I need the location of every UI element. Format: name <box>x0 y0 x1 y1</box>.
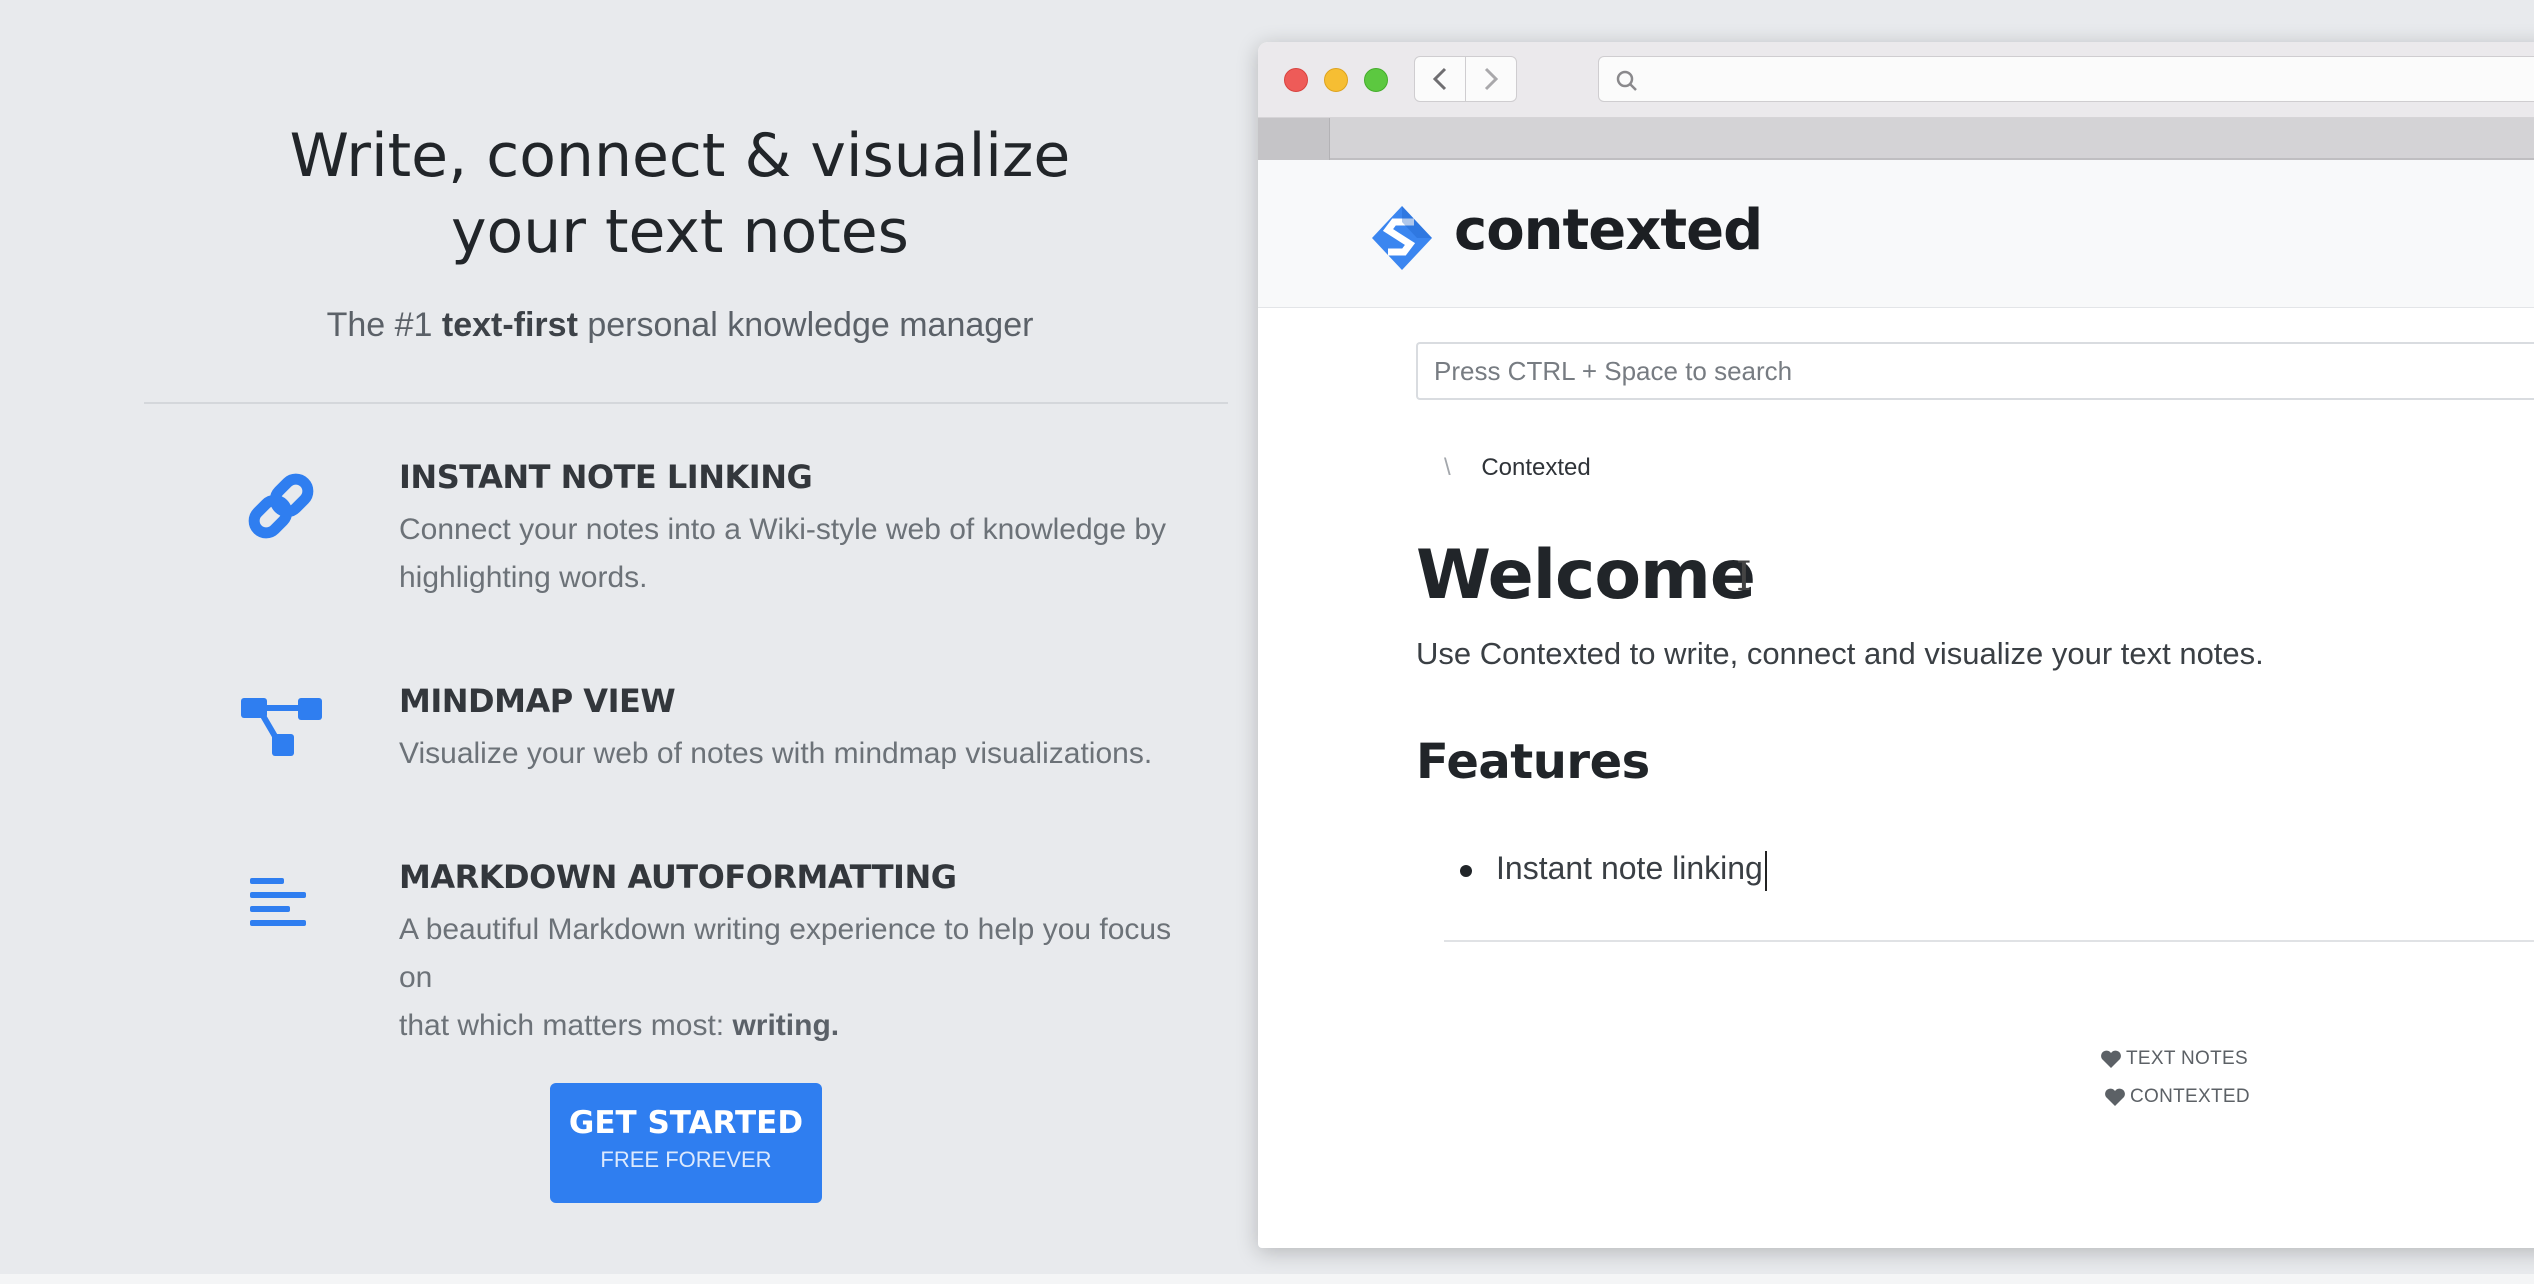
cta-sub-label: FREE FOREVER <box>600 1147 772 1172</box>
list-item[interactable]: Instant note linking <box>1496 850 1763 886</box>
cta-main-label: GET STARTED <box>568 1105 804 1141</box>
text-caret <box>1764 850 1767 891</box>
feature-title: MINDMAP VIEW <box>399 682 676 720</box>
hero-title: Write, connect & visualize your text not… <box>180 118 1180 270</box>
brand-name: contexted <box>1454 198 1763 263</box>
document-paragraph[interactable]: Use Contexted to write, connect and visu… <box>1416 636 2264 672</box>
hero-subtitle-prefix: The #1 <box>326 306 442 344</box>
tag-text-notes[interactable]: TEXT NOTES <box>2100 1048 2248 1070</box>
browser-window: contexted \ Contexted Welcome I Use Cont… <box>1258 42 2534 1248</box>
mindmap-icon <box>236 682 326 772</box>
heart-icon <box>2105 1088 2125 1106</box>
tag-label: TEXT NOTES <box>2126 1048 2248 1069</box>
browser-forward-button[interactable] <box>1465 56 1517 102</box>
chevron-left-icon <box>1432 67 1447 91</box>
chevron-right-icon <box>1484 67 1499 91</box>
breadcrumb-separator: \ <box>1444 454 1451 481</box>
feature-desc-line2: highlighting words. <box>399 561 648 594</box>
align-left-icon <box>236 858 326 948</box>
browser-back-button[interactable] <box>1414 56 1466 102</box>
feature-description: A beautiful Markdown writing experience … <box>399 906 1199 1050</box>
get-started-button[interactable]: GET STARTED FREE FOREVER <box>550 1083 822 1203</box>
window-minimize-button[interactable] <box>1324 68 1348 92</box>
ibeam-cursor-icon: I <box>1736 554 1752 600</box>
hero-title-line1: Write, connect & visualize <box>289 121 1071 191</box>
browser-tab[interactable] <box>1258 118 1330 160</box>
breadcrumb-item[interactable]: Contexted <box>1481 454 1590 481</box>
browser-tab-strip <box>1258 118 2534 160</box>
feature-description: Visualize your web of notes with mindmap… <box>399 730 1199 778</box>
search-icon <box>1616 70 1637 91</box>
address-bar[interactable] <box>1598 56 2534 102</box>
hero-divider <box>144 402 1228 404</box>
feature-desc-line1: A beautiful Markdown writing experience … <box>399 913 1172 994</box>
feature-desc-bold: writing. <box>732 1009 840 1042</box>
landing-page: Write, connect & visualize your text not… <box>0 0 2534 1284</box>
window-close-button[interactable] <box>1284 68 1308 92</box>
feature-title: MARKDOWN AUTOFORMATTING <box>399 858 957 896</box>
feature-description: Connect your notes into a Wiki-style web… <box>399 506 1199 602</box>
document-title[interactable]: Welcome <box>1416 536 1756 615</box>
page-bottom-strip <box>0 1274 2534 1284</box>
document-divider <box>1444 940 2534 942</box>
hero-subtitle-bold: text-first <box>441 306 578 344</box>
feature-desc-line2: that which matters most: <box>399 1009 733 1042</box>
heart-icon <box>2101 1050 2121 1068</box>
feature-desc-line1: Visualize your web of notes with mindmap… <box>399 737 1153 770</box>
document-list: Instant note linking <box>1416 850 1767 891</box>
hero-title-line2: your text notes <box>451 197 909 267</box>
contexted-logo-icon <box>1370 204 1434 277</box>
search-input[interactable] <box>1416 342 2534 400</box>
tag-contexted[interactable]: CONTEXTED <box>2104 1086 2250 1108</box>
app-header: contexted <box>1258 160 2534 308</box>
breadcrumb: \ Contexted <box>1444 454 1591 482</box>
feature-desc-line1: Connect your notes into a Wiki-style web… <box>399 513 1167 546</box>
hero-subtitle-suffix: personal knowledge manager <box>577 306 1034 344</box>
document-heading[interactable]: Features <box>1416 734 1650 790</box>
list-bullet <box>1460 864 1472 877</box>
hero-subtitle: The #1 text-first personal knowledge man… <box>180 306 1180 345</box>
feature-title: INSTANT NOTE LINKING <box>399 458 813 496</box>
browser-toolbar <box>1258 42 2534 118</box>
link-icon <box>236 458 326 548</box>
window-zoom-button[interactable] <box>1364 68 1388 92</box>
tag-label: CONTEXTED <box>2130 1086 2250 1107</box>
